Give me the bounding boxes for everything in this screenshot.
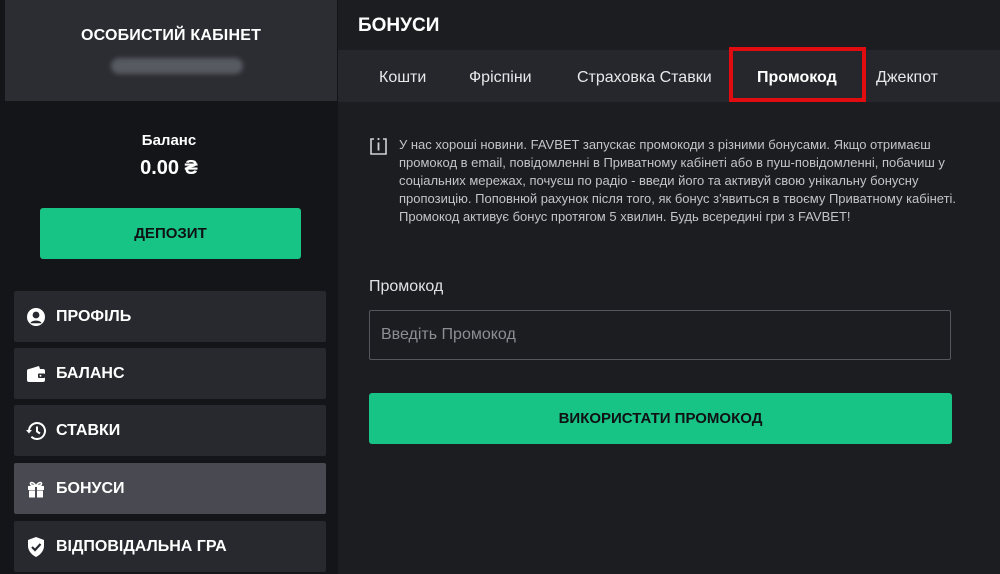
sidebar-item-label: ВІДПОВІДАЛЬНА ГРА bbox=[56, 537, 227, 555]
tab-jackpot[interactable]: Джекпот bbox=[876, 69, 938, 87]
profile-icon bbox=[25, 306, 47, 328]
tab-bar: Кошти Фріспіни Страховка Ставки Промокод… bbox=[338, 50, 1000, 102]
tab-freespins[interactable]: Фріспіни bbox=[469, 69, 532, 87]
gift-icon bbox=[25, 478, 47, 500]
sidebar-header: ОСОБИСТИЙ КАБІНЕТ bbox=[5, 0, 337, 101]
promo-info-text: У нас хороші новини. FAVBET запускає про… bbox=[399, 137, 957, 224]
tab-bet-insurance[interactable]: Страховка Ставки bbox=[577, 69, 712, 87]
promocode-input[interactable] bbox=[369, 310, 951, 360]
balance-value: 0.00 ₴ bbox=[140, 157, 198, 179]
sidebar-item-balance[interactable]: БАЛАНС bbox=[14, 348, 326, 399]
cabinet-title: ОСОБИСТИЙ КАБІНЕТ bbox=[80, 27, 262, 44]
sidebar-item-profile[interactable]: ПРОФІЛЬ bbox=[14, 291, 326, 342]
history-icon bbox=[25, 420, 47, 442]
balance-label: Баланс bbox=[141, 132, 197, 149]
info-icon bbox=[369, 137, 388, 156]
wallet-icon bbox=[25, 363, 47, 385]
tab-funds[interactable]: Кошти bbox=[379, 69, 426, 87]
shield-icon bbox=[25, 536, 47, 558]
sidebar-item-responsible-gaming[interactable]: ВІДПОВІДАЛЬНА ГРА bbox=[14, 521, 326, 572]
sidebar-item-label: СТАВКИ bbox=[56, 421, 121, 439]
sidebar: ОСОБИСТИЙ КАБІНЕТ Баланс 0.00 ₴ ДЕПОЗИТ … bbox=[0, 0, 338, 574]
sidebar-item-label: ПРОФІЛЬ bbox=[56, 307, 132, 325]
sidebar-item-bets[interactable]: СТАВКИ bbox=[14, 405, 326, 456]
sidebar-item-bonuses[interactable]: БОНУСИ bbox=[14, 463, 326, 514]
app: ОСОБИСТИЙ КАБІНЕТ Баланс 0.00 ₴ ДЕПОЗИТ … bbox=[0, 0, 1000, 574]
blurred-user-id bbox=[111, 58, 243, 74]
deposit-button[interactable]: ДЕПОЗИТ bbox=[40, 208, 301, 259]
sidebar-item-label: БАЛАНС bbox=[56, 364, 125, 382]
use-promocode-button[interactable]: ВИКОРИСТАТИ ПРОМОКОД bbox=[369, 393, 952, 444]
active-tab-highlight-frame bbox=[729, 47, 866, 102]
page-title: БОНУСИ bbox=[358, 15, 440, 36]
promocode-label: Промокод bbox=[369, 278, 444, 295]
sidebar-item-label: БОНУСИ bbox=[56, 479, 125, 497]
